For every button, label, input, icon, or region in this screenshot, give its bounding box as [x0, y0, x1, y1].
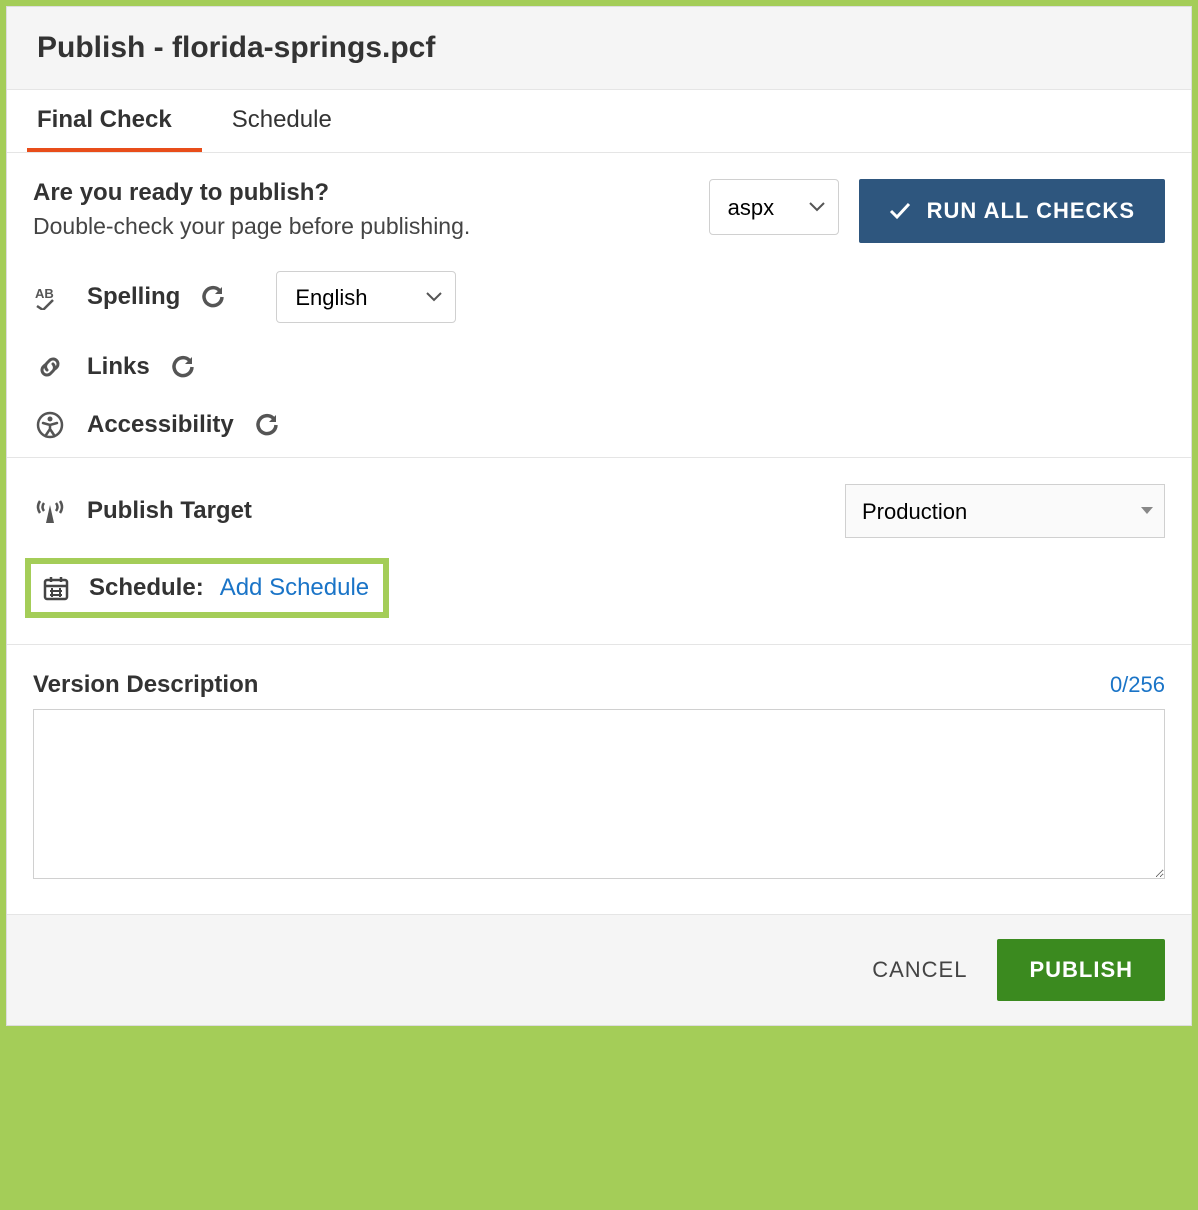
accessibility-row: Accessibility	[33, 411, 1165, 439]
spelling-row: AB Spelling English	[33, 271, 1165, 323]
dialog-title: Publish - florida-springs.pcf	[37, 31, 1161, 65]
link-icon	[33, 353, 67, 381]
publish-dialog: Publish - florida-springs.pcf Final Chec…	[6, 6, 1192, 1026]
version-description-input[interactable]	[33, 709, 1165, 879]
ready-question: Are you ready to publish?	[33, 179, 689, 207]
tab-schedule[interactable]: Schedule	[222, 90, 362, 152]
accessibility-label: Accessibility	[87, 411, 234, 439]
links-label: Links	[87, 353, 150, 381]
spellcheck-icon: AB	[33, 284, 67, 310]
refresh-icon[interactable]	[200, 284, 226, 310]
version-description-header: Version Description 0/256	[33, 671, 1165, 699]
dialog-header: Publish - florida-springs.pcf	[7, 7, 1191, 90]
dialog-footer: CANCEL PUBLISH	[7, 914, 1191, 1025]
extension-select-wrap: aspx	[709, 179, 839, 235]
publish-target-select[interactable]: Production	[845, 484, 1165, 538]
publish-target-label: Publish Target	[87, 497, 252, 525]
version-description-label: Version Description	[33, 671, 258, 699]
publish-target-row: Publish Target Production	[33, 484, 1165, 538]
target-select-wrap: Production	[845, 484, 1165, 538]
calendar-icon	[39, 574, 73, 602]
extension-select[interactable]: aspx	[709, 179, 839, 235]
language-select-wrap: English	[276, 271, 456, 323]
refresh-icon[interactable]	[254, 412, 280, 438]
schedule-highlight-box: Schedule: Add Schedule	[25, 558, 389, 618]
run-all-checks-button[interactable]: RUN ALL CHECKS	[859, 179, 1165, 243]
refresh-icon[interactable]	[170, 354, 196, 380]
cancel-button[interactable]: CANCEL	[872, 957, 967, 983]
schedule-label: Schedule:	[89, 574, 204, 602]
add-schedule-link[interactable]: Add Schedule	[220, 574, 369, 602]
char-count: 0/256	[1110, 672, 1165, 698]
language-select[interactable]: English	[276, 271, 456, 323]
tabs: Final Check Schedule	[7, 90, 1191, 153]
links-row: Links	[33, 353, 1165, 381]
dialog-body: Are you ready to publish? Double-check y…	[7, 153, 1191, 914]
publish-button[interactable]: PUBLISH	[997, 939, 1165, 1001]
run-all-label: RUN ALL CHECKS	[927, 198, 1135, 224]
accessibility-icon	[33, 411, 67, 439]
divider	[7, 457, 1191, 458]
antenna-icon	[33, 497, 67, 525]
divider	[7, 644, 1191, 645]
spelling-label: Spelling	[87, 283, 180, 311]
ready-row: Are you ready to publish? Double-check y…	[33, 179, 1165, 243]
svg-text:AB: AB	[35, 286, 54, 301]
ready-subtext: Double-check your page before publishing…	[33, 213, 689, 240]
ready-text: Are you ready to publish? Double-check y…	[33, 179, 689, 240]
tab-final-check[interactable]: Final Check	[27, 90, 202, 152]
check-icon	[889, 202, 911, 220]
